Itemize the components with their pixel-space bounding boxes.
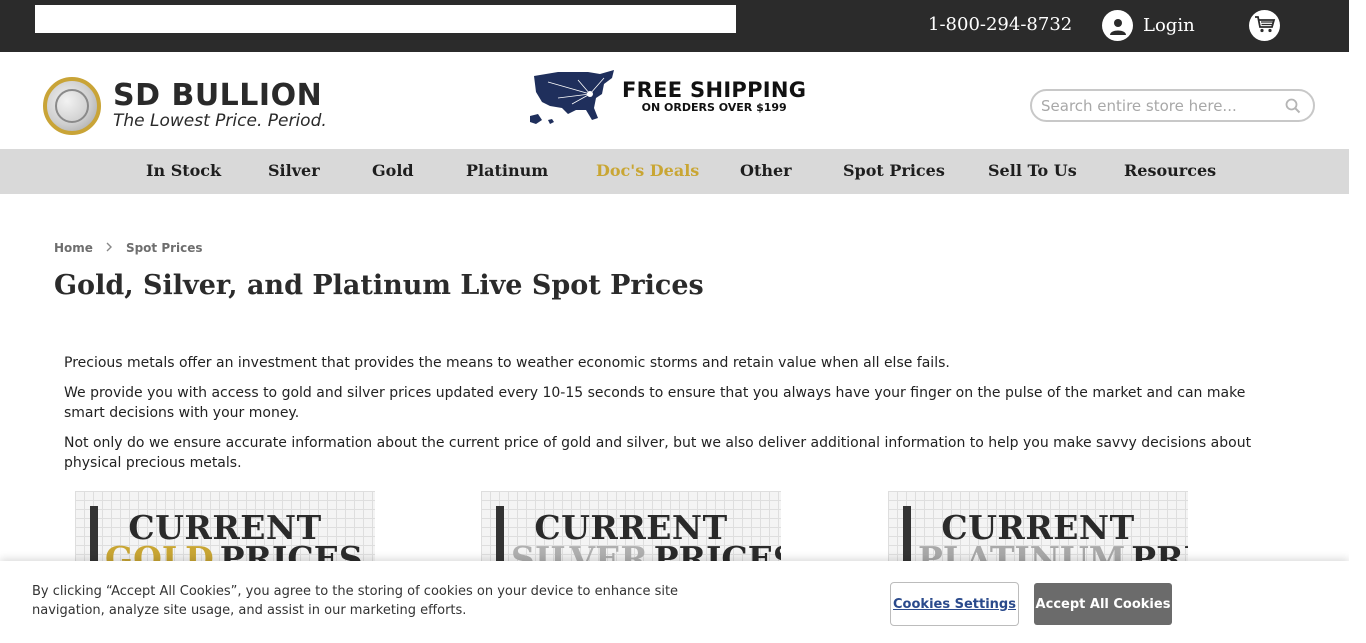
free-shipping-banner[interactable]: FREE SHIPPING ON ORDERS OVER $199 <box>528 68 806 126</box>
breadcrumb-home[interactable]: Home <box>54 241 93 255</box>
search-input[interactable] <box>1041 95 1276 117</box>
magnifier-icon[interactable] <box>1285 98 1301 118</box>
nav-item-docs-deals[interactable]: Doc's Deals <box>596 161 699 180</box>
main-nav: In Stock Silver Gold Platinum Doc's Deal… <box>0 149 1349 194</box>
nav-item-silver[interactable]: Silver <box>268 161 320 180</box>
breadcrumb: Home Spot Prices <box>54 241 203 255</box>
top-bar: 1-800-294-8732 Login <box>0 0 1349 52</box>
nav-item-resources[interactable]: Resources <box>1124 161 1216 180</box>
scrollbar-gutter <box>1349 0 1366 643</box>
phone-number-link[interactable]: 1-800-294-8732 <box>928 14 1072 35</box>
nav-item-in-stock[interactable]: In Stock <box>146 161 221 180</box>
intro-paragraph-2: We provide you with access to gold and s… <box>64 385 1246 421</box>
breadcrumb-current: Spot Prices <box>125 241 203 255</box>
shopping-cart-icon <box>1254 15 1276 37</box>
cart-button[interactable] <box>1249 10 1280 41</box>
nav-item-other[interactable]: Other <box>740 161 792 180</box>
cookies-settings-button[interactable]: Cookies Settings <box>890 582 1019 626</box>
chevron-right-icon <box>106 241 113 255</box>
login-link[interactable]: Login <box>1102 10 1195 41</box>
shipping-title: FREE SHIPPING <box>622 78 807 102</box>
usa-map-icon <box>528 68 616 126</box>
site-logo[interactable]: SD BULLION The Lowest Price. Period. <box>43 77 327 135</box>
logo-coin-icon <box>43 77 101 135</box>
nav-item-sell-to-us[interactable]: Sell To Us <box>988 161 1077 180</box>
promo-banner-slot <box>35 5 736 33</box>
nav-item-spot-prices[interactable]: Spot Prices <box>843 161 945 180</box>
logo-name: SD BULLION <box>113 78 323 113</box>
accept-all-cookies-button[interactable]: Accept All Cookies <box>1034 583 1172 625</box>
search-box <box>1030 89 1315 122</box>
nav-item-gold[interactable]: Gold <box>372 161 414 180</box>
nav-item-platinum[interactable]: Platinum <box>466 161 548 180</box>
cookie-banner: By clicking “Accept All Cookies”, you ag… <box>0 561 1349 643</box>
intro-paragraph-1: Precious metals offer an investment that… <box>64 355 950 371</box>
cookie-consent-text: By clicking “Accept All Cookies”, you ag… <box>32 584 679 618</box>
intro-paragraph-3: Not only do we ensure accurate informati… <box>64 435 1252 471</box>
shipping-subtitle: ON ORDERS OVER $199 <box>641 101 787 114</box>
login-label: Login <box>1143 15 1195 36</box>
logo-tagline: The Lowest Price. Period. <box>113 111 327 131</box>
page-title: Gold, Silver, and Platinum Live Spot Pri… <box>54 270 704 301</box>
user-circle-icon <box>1102 10 1133 41</box>
